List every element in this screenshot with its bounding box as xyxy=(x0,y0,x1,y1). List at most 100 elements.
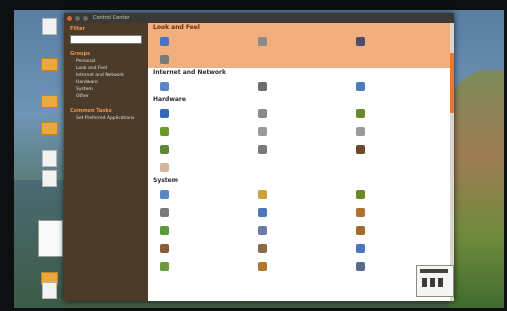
control-item[interactable] xyxy=(250,240,348,257)
control-item[interactable] xyxy=(152,51,250,68)
printer-config-icon xyxy=(258,262,267,271)
login-screen-icon xyxy=(160,208,169,217)
backup-icon xyxy=(160,262,169,271)
control-item[interactable] xyxy=(348,105,446,122)
language-support-icon xyxy=(258,208,267,217)
close-window-icon[interactable] xyxy=(67,15,72,21)
startup-apps-icon xyxy=(258,244,267,253)
services-icon xyxy=(356,262,365,271)
control-item[interactable] xyxy=(152,33,250,50)
window-title: Control Center xyxy=(93,15,130,21)
control-item[interactable] xyxy=(250,78,348,95)
display-icon xyxy=(356,109,365,118)
document-icon xyxy=(41,170,57,187)
section: Internet and Network xyxy=(148,68,450,95)
control-item[interactable] xyxy=(250,105,348,122)
minimize-window-icon[interactable] xyxy=(75,15,80,21)
group-item[interactable]: Personal xyxy=(64,58,148,65)
windows-icon xyxy=(160,55,169,64)
control-item[interactable] xyxy=(152,222,250,239)
window-titlebar[interactable]: Control Center xyxy=(64,13,454,23)
document-icon xyxy=(41,282,57,299)
group-list: Personal Look and Feel Internet and Networ… xyxy=(64,58,148,100)
maximize-window-icon[interactable] xyxy=(83,15,88,21)
desktop-icon[interactable] xyxy=(29,58,69,71)
appearance-icon xyxy=(160,37,169,46)
accessibility-icon xyxy=(160,190,169,199)
control-item[interactable] xyxy=(152,159,250,176)
group-item[interactable]: Look and Feel xyxy=(64,65,148,72)
software-sources-icon xyxy=(356,208,365,217)
section-title: System xyxy=(153,177,178,184)
control-item[interactable] xyxy=(348,78,446,95)
keyboard-icon xyxy=(258,109,267,118)
section-grid xyxy=(152,33,446,68)
removable-drives-icon xyxy=(160,163,169,172)
control-item[interactable] xyxy=(250,258,348,275)
control-item[interactable] xyxy=(250,141,348,158)
groups-heading: Groups xyxy=(70,51,91,57)
section-title: Hardware xyxy=(153,96,186,103)
section-grid xyxy=(152,105,446,176)
power-management-icon xyxy=(160,145,169,154)
synaptic-icon xyxy=(160,226,169,235)
common-tasks-heading: Common Tasks xyxy=(70,108,112,114)
computer-janitor-icon xyxy=(258,190,267,199)
group-item[interactable]: Internet and Network xyxy=(64,72,148,79)
control-item[interactable] xyxy=(348,204,446,221)
control-item[interactable] xyxy=(250,222,348,239)
desktop-icon[interactable] xyxy=(29,95,69,108)
desktop-icon[interactable] xyxy=(29,122,69,135)
control-item[interactable] xyxy=(348,240,446,257)
desktop-icon[interactable] xyxy=(29,282,69,299)
sidebar: Filter Groups Personal Look and Feel Inter… xyxy=(64,23,148,301)
desktop-icon[interactable] xyxy=(29,150,69,167)
control-item[interactable] xyxy=(348,141,446,158)
control-item[interactable] xyxy=(348,33,446,50)
section: Look and Feel xyxy=(148,23,450,68)
additional-drivers-icon xyxy=(160,127,169,136)
control-item[interactable] xyxy=(152,141,250,158)
desktop-document-thumbnail[interactable] xyxy=(38,220,63,257)
control-item[interactable] xyxy=(250,204,348,221)
printing-icon xyxy=(258,145,267,154)
tray-icon-keys xyxy=(422,278,443,287)
control-item[interactable] xyxy=(250,33,348,50)
control-item[interactable] xyxy=(152,258,250,275)
filter-heading: Filter xyxy=(70,26,86,32)
desktop-icon[interactable] xyxy=(29,170,69,187)
control-item[interactable] xyxy=(152,105,250,122)
desktop-icon[interactable] xyxy=(29,18,69,35)
landscape-hill xyxy=(449,70,504,308)
network-tools-icon xyxy=(258,82,267,91)
tray-icon-roof xyxy=(420,269,448,273)
control-item[interactable] xyxy=(152,186,250,203)
bluetooth-icon xyxy=(160,109,169,118)
control-item[interactable] xyxy=(250,123,348,140)
group-item[interactable]: Other xyxy=(64,93,148,100)
control-item[interactable] xyxy=(152,123,250,140)
control-item[interactable] xyxy=(348,123,446,140)
document-icon xyxy=(41,18,57,35)
task-item[interactable]: Set Preferred Applications xyxy=(64,115,148,122)
document-icon xyxy=(41,150,57,167)
section-title: Look and Feel xyxy=(153,24,200,31)
control-item[interactable] xyxy=(152,240,250,257)
group-item[interactable]: Hardware xyxy=(64,79,148,86)
webcam-icon xyxy=(356,145,365,154)
control-item[interactable] xyxy=(152,204,250,221)
task-list: Set Preferred Applications xyxy=(64,115,148,122)
content-scrollbar[interactable] xyxy=(450,23,454,301)
main-menu-icon xyxy=(258,37,267,46)
section-title: Internet and Network xyxy=(153,69,226,76)
control-item[interactable] xyxy=(250,186,348,203)
section-grid xyxy=(152,186,446,275)
control-item[interactable] xyxy=(348,222,446,239)
scrollbar-thumb[interactable] xyxy=(450,53,454,113)
control-item[interactable] xyxy=(152,78,250,95)
keyboard-tray-icon[interactable] xyxy=(416,265,454,297)
filter-input[interactable] xyxy=(70,35,142,44)
group-item[interactable]: System xyxy=(64,86,148,93)
update-manager-icon xyxy=(356,226,365,235)
control-item[interactable] xyxy=(348,186,446,203)
